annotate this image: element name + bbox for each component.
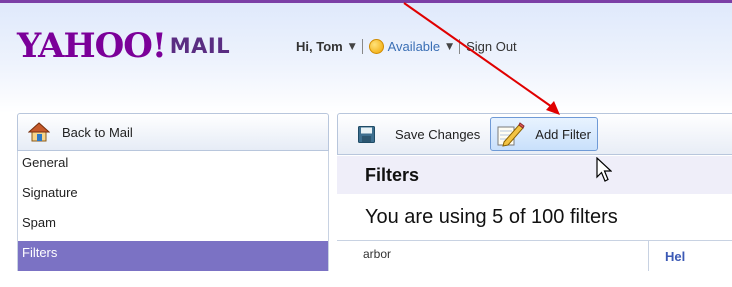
logo-mail-text: MAIL	[169, 34, 231, 58]
status-menu[interactable]: Available	[388, 39, 441, 54]
table-cell[interactable]: Hel	[665, 249, 685, 264]
options-sidebar: Back to Mail General Signature Spam Filt…	[17, 113, 329, 271]
user-bar: Hi, Tom ▼ Available ▼ Sign Out	[296, 39, 517, 54]
sidebar-item-filters[interactable]: Filters	[18, 241, 328, 271]
yahoo-mail-options-window: YAHOO! MAIL Hi, Tom ▼ Available ▼ Sign O…	[0, 0, 732, 287]
page-title: Filters	[337, 156, 732, 194]
filters-table: arbor Hel	[337, 240, 732, 271]
divider	[361, 39, 363, 54]
yahoo-mail-logo[interactable]: YAHOO! MAIL	[17, 23, 230, 65]
header: YAHOO! MAIL Hi, Tom ▼ Available ▼ Sign O…	[0, 0, 732, 113]
home-icon	[28, 122, 50, 142]
mouse-pointer-icon	[596, 157, 612, 182]
options-nav-list: General Signature Spam Filters	[17, 151, 329, 271]
divider	[459, 39, 461, 54]
pencil-icon	[497, 122, 525, 147]
add-filter-label: Add Filter	[535, 126, 591, 142]
sidebar-item-spam[interactable]: Spam	[18, 211, 328, 241]
save-changes-button[interactable]: Save Changes	[358, 119, 480, 149]
table-cell[interactable]: arbor	[337, 241, 649, 271]
sign-out-link[interactable]: Sign Out	[466, 39, 517, 54]
logo-yahoo-text: YAHOO!	[17, 26, 167, 66]
chevron-down-icon[interactable]: ▼	[349, 42, 356, 52]
toolbar: Save Changes Add Filter	[337, 113, 732, 155]
floppy-disk-icon	[358, 125, 375, 143]
back-to-mail-button[interactable]: Back to Mail	[17, 113, 329, 151]
chevron-down-icon[interactable]: ▼	[446, 42, 453, 52]
sidebar-item-general[interactable]: General	[18, 151, 328, 181]
user-greeting-menu[interactable]: Hi, Tom	[296, 39, 343, 54]
back-to-mail-label: Back to Mail	[62, 124, 133, 140]
add-filter-button[interactable]: Add Filter	[490, 117, 598, 151]
filter-usage-text: You are using 5 of 100 filters	[337, 194, 732, 240]
filters-panel: Save Changes Add Filter Filters You are …	[337, 113, 732, 271]
save-changes-label: Save Changes	[395, 126, 481, 142]
sidebar-item-signature[interactable]: Signature	[18, 181, 328, 211]
smiley-status-icon	[368, 39, 384, 54]
